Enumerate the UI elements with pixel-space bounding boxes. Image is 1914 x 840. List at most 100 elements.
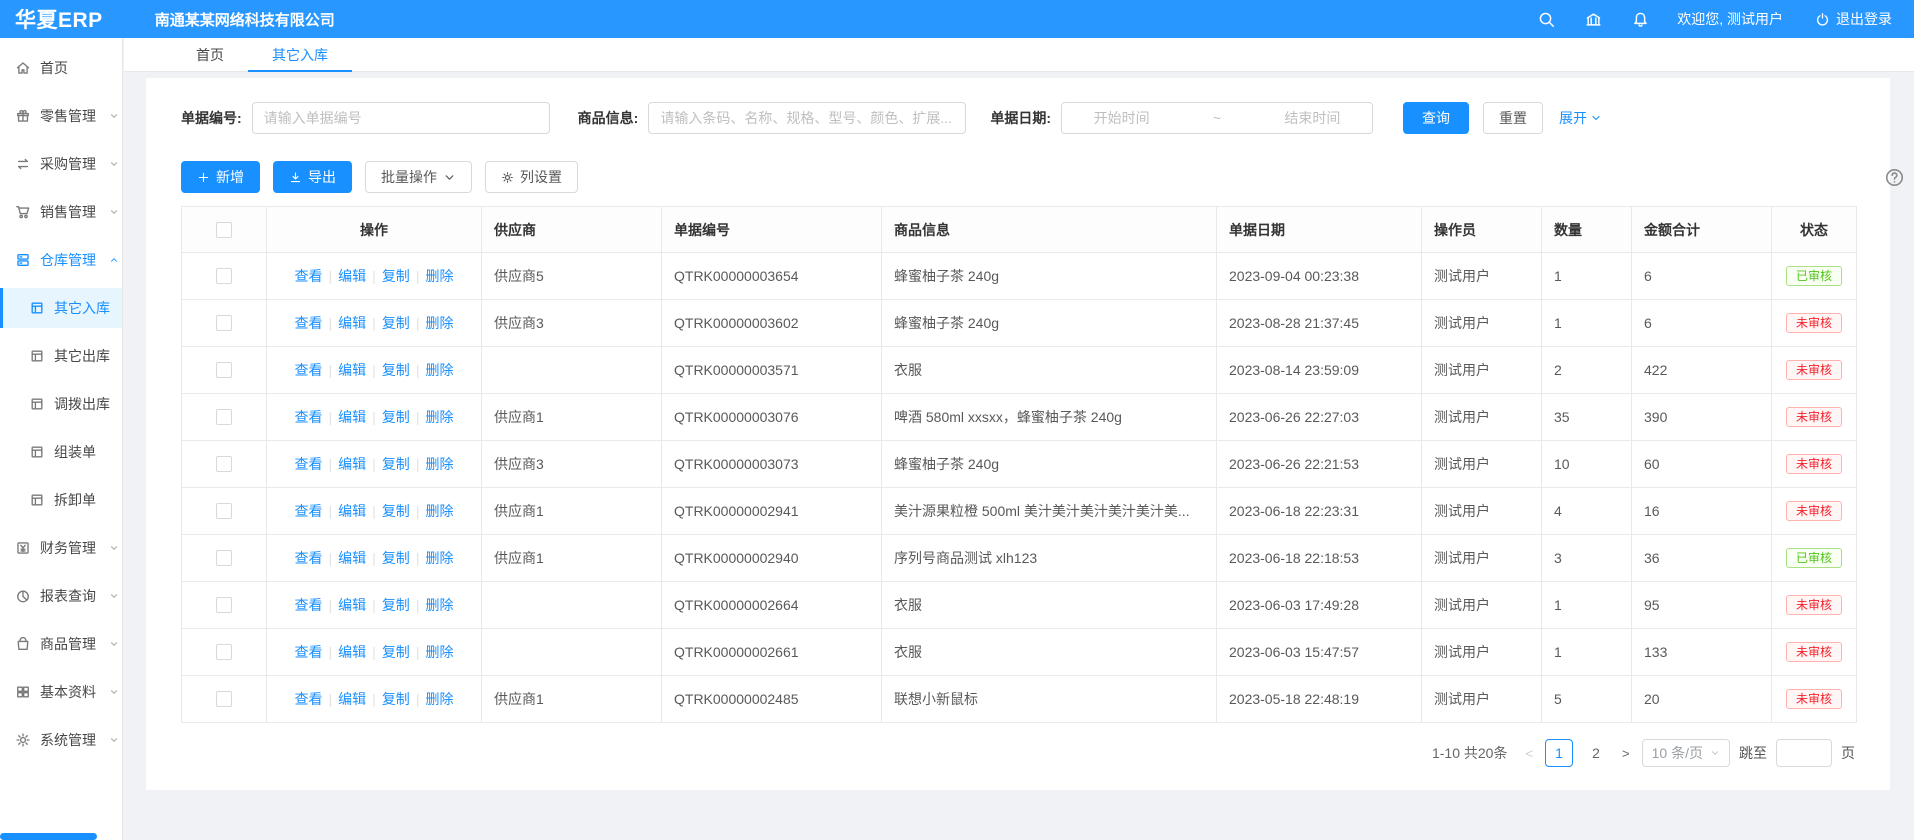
- view-link[interactable]: 查看: [295, 691, 323, 707]
- view-link[interactable]: 查看: [295, 409, 323, 425]
- sidebar-item-goods-management[interactable]: 商品管理: [0, 624, 122, 664]
- row-checkbox[interactable]: [216, 644, 232, 660]
- page-jump-input[interactable]: [1776, 739, 1832, 767]
- sidebar-item-assembly-order[interactable]: 组装单: [0, 432, 122, 472]
- copy-link[interactable]: 复制: [382, 268, 410, 284]
- edit-link[interactable]: 编辑: [338, 268, 366, 284]
- sidebar-item-finance-management[interactable]: 财务管理: [0, 528, 122, 568]
- sidebar-item-other-outbound[interactable]: 其它出库: [0, 336, 122, 376]
- reset-button[interactable]: 重置: [1483, 102, 1543, 134]
- edit-link[interactable]: 编辑: [338, 691, 366, 707]
- edit-link[interactable]: 编辑: [338, 315, 366, 331]
- add-button[interactable]: 新增: [181, 161, 260, 193]
- column-header-bill-no[interactable]: 单据编号: [662, 207, 882, 253]
- delete-link[interactable]: 删除: [425, 315, 453, 331]
- tab-home[interactable]: 首页: [172, 38, 248, 71]
- page-button-2[interactable]: 2: [1582, 739, 1610, 767]
- sidebar-item-home[interactable]: 首页: [0, 48, 122, 88]
- copy-link[interactable]: 复制: [382, 503, 410, 519]
- delete-link[interactable]: 删除: [425, 691, 453, 707]
- column-header-operation[interactable]: 操作: [267, 207, 482, 253]
- welcome-user[interactable]: 欢迎您, 测试用户: [1677, 9, 1783, 29]
- copy-link[interactable]: 复制: [382, 315, 410, 331]
- view-link[interactable]: 查看: [295, 550, 323, 566]
- delete-link[interactable]: 删除: [425, 268, 453, 284]
- copy-link[interactable]: 复制: [382, 362, 410, 378]
- column-header-bill-date[interactable]: 单据日期: [1217, 207, 1422, 253]
- goods-info-input[interactable]: [648, 102, 966, 134]
- platform-icon[interactable]: [1585, 11, 1602, 28]
- next-page-button[interactable]: >: [1619, 746, 1633, 761]
- row-checkbox[interactable]: [216, 597, 232, 613]
- delete-link[interactable]: 删除: [425, 597, 453, 613]
- date-range-input[interactable]: 开始时间 ~ 结束时间: [1061, 102, 1373, 134]
- edit-link[interactable]: 编辑: [338, 550, 366, 566]
- tab-other-inbound[interactable]: 其它入库: [248, 38, 352, 71]
- page-button-1[interactable]: 1: [1545, 739, 1573, 767]
- expand-toggle[interactable]: 展开: [1559, 108, 1602, 128]
- copy-link[interactable]: 复制: [382, 691, 410, 707]
- bell-icon[interactable]: [1632, 11, 1649, 28]
- edit-link[interactable]: 编辑: [338, 503, 366, 519]
- row-checkbox[interactable]: [216, 503, 232, 519]
- page-size-select[interactable]: 10 条/页: [1642, 739, 1730, 767]
- row-checkbox[interactable]: [216, 456, 232, 472]
- view-link[interactable]: 查看: [295, 315, 323, 331]
- date-end-placeholder[interactable]: 结束时间: [1284, 108, 1340, 128]
- sidebar-item-other-inbound[interactable]: 其它入库: [0, 288, 122, 328]
- column-header-supplier[interactable]: 供应商: [482, 207, 662, 253]
- copy-link[interactable]: 复制: [382, 409, 410, 425]
- export-button[interactable]: 导出: [273, 161, 352, 193]
- sidebar-scrollbar-thumb[interactable]: [0, 833, 97, 840]
- view-link[interactable]: 查看: [295, 644, 323, 660]
- view-link[interactable]: 查看: [295, 503, 323, 519]
- sidebar-item-report-query[interactable]: 报表查询: [0, 576, 122, 616]
- edit-link[interactable]: 编辑: [338, 362, 366, 378]
- row-checkbox[interactable]: [216, 550, 232, 566]
- edit-link[interactable]: 编辑: [338, 597, 366, 613]
- sidebar-item-purchase-management[interactable]: 采购管理: [0, 144, 122, 184]
- sidebar-item-disassembly-order[interactable]: 拆卸单: [0, 480, 122, 520]
- column-header-quantity[interactable]: 数量: [1542, 207, 1632, 253]
- select-all-checkbox[interactable]: [216, 222, 232, 238]
- edit-link[interactable]: 编辑: [338, 644, 366, 660]
- column-settings-button[interactable]: 列设置: [485, 161, 578, 193]
- copy-link[interactable]: 复制: [382, 644, 410, 660]
- delete-link[interactable]: 删除: [425, 503, 453, 519]
- row-checkbox[interactable]: [216, 315, 232, 331]
- help-icon[interactable]: [1885, 168, 1904, 187]
- view-link[interactable]: 查看: [295, 362, 323, 378]
- sidebar-item-basic-data[interactable]: 基本资料: [0, 672, 122, 712]
- sidebar-item-system-management[interactable]: 系统管理: [0, 720, 122, 760]
- row-checkbox[interactable]: [216, 691, 232, 707]
- row-checkbox[interactable]: [216, 268, 232, 284]
- copy-link[interactable]: 复制: [382, 597, 410, 613]
- delete-link[interactable]: 删除: [425, 362, 453, 378]
- search-button[interactable]: 查询: [1403, 102, 1469, 134]
- batch-operations-button[interactable]: 批量操作: [365, 161, 472, 193]
- copy-link[interactable]: 复制: [382, 550, 410, 566]
- bill-no-input[interactable]: [252, 102, 550, 134]
- sidebar-item-retail-management[interactable]: 零售管理: [0, 96, 122, 136]
- column-header-goods-info[interactable]: 商品信息: [882, 207, 1217, 253]
- search-icon[interactable]: [1538, 11, 1555, 28]
- view-link[interactable]: 查看: [295, 597, 323, 613]
- row-checkbox[interactable]: [216, 409, 232, 425]
- delete-link[interactable]: 删除: [425, 456, 453, 472]
- sidebar-item-warehouse-management[interactable]: 仓库管理: [0, 240, 122, 280]
- app-logo[interactable]: 华夏ERP: [0, 4, 103, 34]
- row-checkbox[interactable]: [216, 362, 232, 378]
- delete-link[interactable]: 删除: [425, 409, 453, 425]
- logout-button[interactable]: 退出登录: [1815, 9, 1892, 29]
- sidebar-item-sales-management[interactable]: 销售管理: [0, 192, 122, 232]
- copy-link[interactable]: 复制: [382, 456, 410, 472]
- prev-page-button[interactable]: <: [1522, 746, 1536, 761]
- view-link[interactable]: 查看: [295, 268, 323, 284]
- sidebar-item-transfer-outbound[interactable]: 调拨出库: [0, 384, 122, 424]
- column-header-status[interactable]: 状态: [1772, 207, 1857, 253]
- date-start-placeholder[interactable]: 开始时间: [1094, 108, 1150, 128]
- delete-link[interactable]: 删除: [425, 644, 453, 660]
- edit-link[interactable]: 编辑: [338, 456, 366, 472]
- delete-link[interactable]: 删除: [425, 550, 453, 566]
- view-link[interactable]: 查看: [295, 456, 323, 472]
